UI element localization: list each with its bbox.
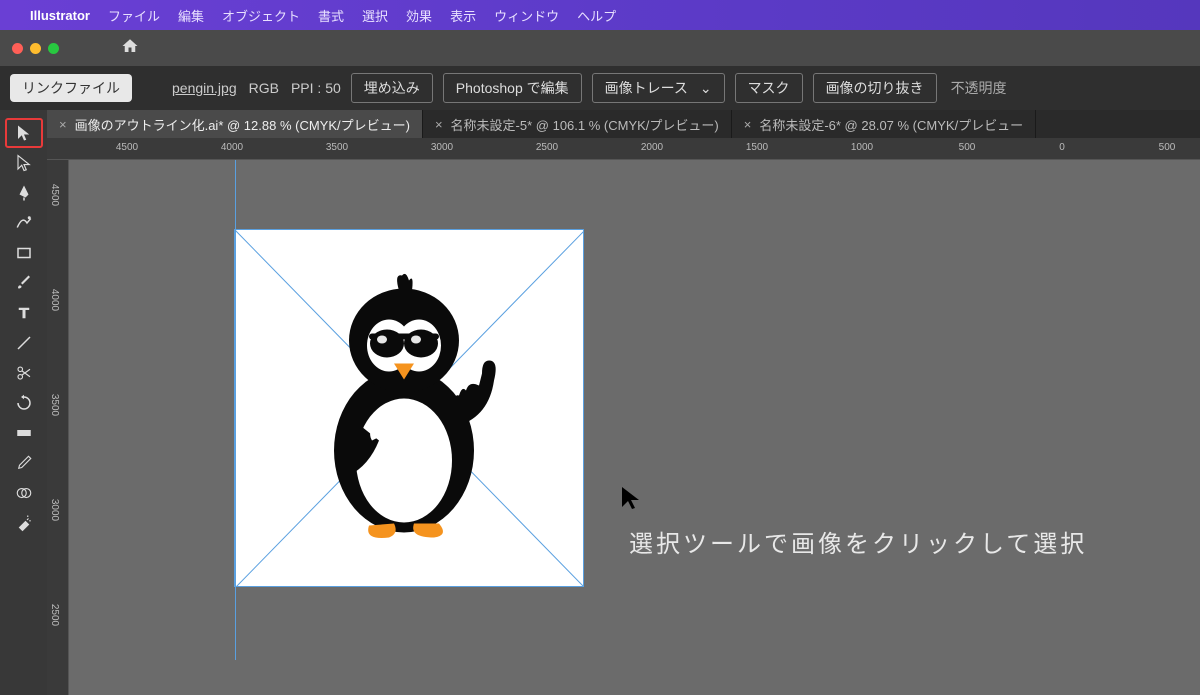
- selection-tool[interactable]: [5, 118, 43, 148]
- symbol-sprayer-tool[interactable]: [5, 508, 43, 538]
- image-trace-label: 画像トレース: [605, 80, 688, 96]
- edit-in-photoshop-button[interactable]: Photoshop で編集: [443, 73, 582, 103]
- ruler-tick-label: 4000: [221, 142, 243, 153]
- scissors-tool[interactable]: [5, 358, 43, 388]
- window-titlebar: [0, 30, 1200, 66]
- menu-file[interactable]: ファイル: [108, 6, 160, 25]
- canvas[interactable]: 選択ツールで画像をクリックして選択: [69, 160, 1200, 695]
- line-tool[interactable]: [5, 328, 43, 358]
- ruler-tick-label: 2500: [536, 142, 558, 153]
- ppi-label: PPI : 50: [291, 80, 341, 96]
- ruler-tick-label: 0: [1059, 142, 1065, 153]
- document-tab[interactable]: × 名称未設定-5* @ 106.1 % (CMYK/プレビュー): [423, 110, 732, 138]
- ruler-tick-label: 500: [959, 142, 976, 153]
- close-window-button[interactable]: [12, 43, 23, 54]
- ruler-tick-label: 3500: [49, 394, 60, 416]
- image-trace-dropdown[interactable]: 画像トレース ⌄: [592, 73, 725, 103]
- pen-tool[interactable]: [5, 178, 43, 208]
- file-info: pengin.jpg RGB PPI : 50: [172, 80, 341, 96]
- type-tool[interactable]: [5, 298, 43, 328]
- ruler-tick-label: 4500: [49, 184, 60, 206]
- app-name[interactable]: Illustrator: [30, 8, 90, 23]
- menu-edit[interactable]: 編集: [178, 6, 204, 25]
- rotate-tool[interactable]: [5, 388, 43, 418]
- menu-select[interactable]: 選択: [362, 6, 388, 25]
- width-tool[interactable]: [5, 418, 43, 448]
- workspace: × 画像のアウトライン化.ai* @ 12.88 % (CMYK/プレビュー) …: [47, 110, 1200, 695]
- direct-selection-tool[interactable]: [5, 148, 43, 178]
- menubar: Illustrator ファイル 編集 オブジェクト 書式 選択 効果 表示 ウ…: [0, 0, 1200, 30]
- linked-file-chip[interactable]: リンクファイル: [10, 74, 132, 102]
- control-bar: リンクファイル pengin.jpg RGB PPI : 50 埋め込み Pho…: [0, 66, 1200, 110]
- tab-close-icon[interactable]: ×: [435, 117, 443, 132]
- menu-object[interactable]: オブジェクト: [222, 6, 300, 25]
- ruler-tick-label: 4000: [49, 289, 60, 311]
- chevron-down-icon: ⌄: [700, 80, 712, 96]
- ruler-tick-label: 1500: [746, 142, 768, 153]
- color-mode-label: RGB: [249, 80, 279, 96]
- curvature-tool[interactable]: [5, 208, 43, 238]
- menu-view[interactable]: 表示: [450, 6, 476, 25]
- tab-close-icon[interactable]: ×: [59, 117, 67, 132]
- penguin-image: [294, 266, 524, 551]
- menu-help[interactable]: ヘルプ: [577, 6, 616, 25]
- tab-label: 画像のアウトライン化.ai* @ 12.88 % (CMYK/プレビュー): [75, 115, 410, 134]
- embed-button[interactable]: 埋め込み: [351, 73, 433, 103]
- ruler-tick-label: 3000: [431, 142, 453, 153]
- ruler-tick-label: 500: [1159, 142, 1176, 153]
- ruler-tick-label: 2500: [49, 604, 60, 626]
- menu-window[interactable]: ウィンドウ: [494, 6, 559, 25]
- crop-image-button[interactable]: 画像の切り抜き: [813, 73, 937, 103]
- eyedropper-tool[interactable]: [5, 448, 43, 478]
- ruler-horizontal[interactable]: 4500 4000 3500 3000 2500 2000 1500 1000 …: [47, 138, 1200, 160]
- filename-label[interactable]: pengin.jpg: [172, 80, 237, 96]
- menu-effect[interactable]: 効果: [406, 6, 432, 25]
- ruler-tick-label: 4500: [116, 142, 138, 153]
- document-tab[interactable]: × 名称未設定-6* @ 28.07 % (CMYK/プレビュー: [732, 110, 1036, 138]
- home-icon[interactable]: [121, 37, 139, 60]
- opacity-label: 不透明度: [951, 78, 1007, 98]
- tab-label: 名称未設定-6* @ 28.07 % (CMYK/プレビュー: [759, 115, 1023, 134]
- placed-image-selection[interactable]: [234, 229, 584, 587]
- ruler-tick-label: 1000: [851, 142, 873, 153]
- document-tabs: × 画像のアウトライン化.ai* @ 12.88 % (CMYK/プレビュー) …: [47, 110, 1200, 138]
- tools-panel: [0, 110, 47, 695]
- tab-label: 名称未設定-5* @ 106.1 % (CMYK/プレビュー): [451, 115, 719, 134]
- annotation-text: 選択ツールで画像をクリックして選択: [629, 524, 1087, 559]
- maximize-window-button[interactable]: [48, 43, 59, 54]
- paintbrush-tool[interactable]: [5, 268, 43, 298]
- tab-close-icon[interactable]: ×: [744, 117, 752, 132]
- traffic-lights: [12, 43, 59, 54]
- rectangle-tool[interactable]: [5, 238, 43, 268]
- menu-type[interactable]: 書式: [318, 6, 344, 25]
- annotation-cursor-icon: [619, 485, 643, 514]
- mask-button[interactable]: マスク: [735, 73, 803, 103]
- ruler-tick-label: 3500: [326, 142, 348, 153]
- shape-builder-tool[interactable]: [5, 478, 43, 508]
- ruler-tick-label: 2000: [641, 142, 663, 153]
- minimize-window-button[interactable]: [30, 43, 41, 54]
- ruler-tick-label: 3000: [49, 499, 60, 521]
- ruler-vertical[interactable]: 4500 4000 3500 3000 2500: [47, 160, 69, 695]
- document-tab[interactable]: × 画像のアウトライン化.ai* @ 12.88 % (CMYK/プレビュー): [47, 110, 423, 138]
